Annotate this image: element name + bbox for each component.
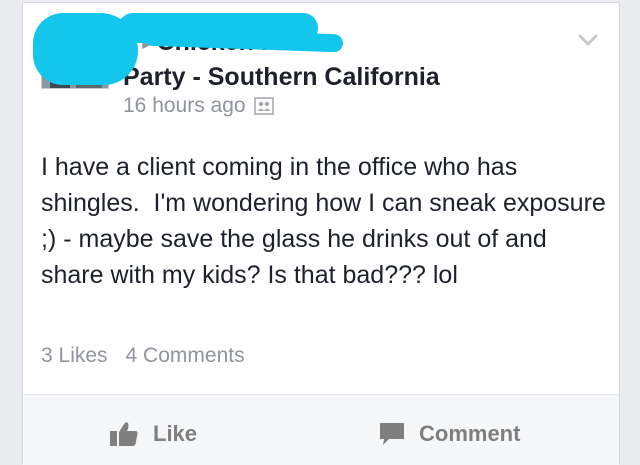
timestamp[interactable]: 16 hours ago: [123, 94, 246, 118]
likes-count[interactable]: 3 Likes: [41, 344, 108, 368]
comments-count[interactable]: 4 Comments: [126, 344, 245, 368]
like-label: Like: [153, 421, 198, 446]
post-card: T▶Chicken Pox Party - Southern Californi…: [22, 2, 620, 465]
group-audience-icon: [253, 97, 274, 115]
like-button[interactable]: Like: [109, 421, 197, 447]
thumbs-up-icon: [110, 422, 138, 446]
post-meta: 16 hours ago: [123, 94, 274, 118]
comment-label: Comment: [419, 421, 521, 446]
speech-bubble-icon: [380, 423, 404, 445]
post-body: I have a client coming in the office who…: [41, 153, 613, 289]
chevron-down-icon[interactable]: [577, 29, 599, 51]
group-name-line2[interactable]: Party - Southern California: [123, 63, 440, 91]
action-bar: Like Comment: [23, 395, 619, 465]
reaction-counts: 3 Likes 4 Comments: [41, 344, 245, 368]
comment-button[interactable]: Comment: [379, 421, 520, 447]
